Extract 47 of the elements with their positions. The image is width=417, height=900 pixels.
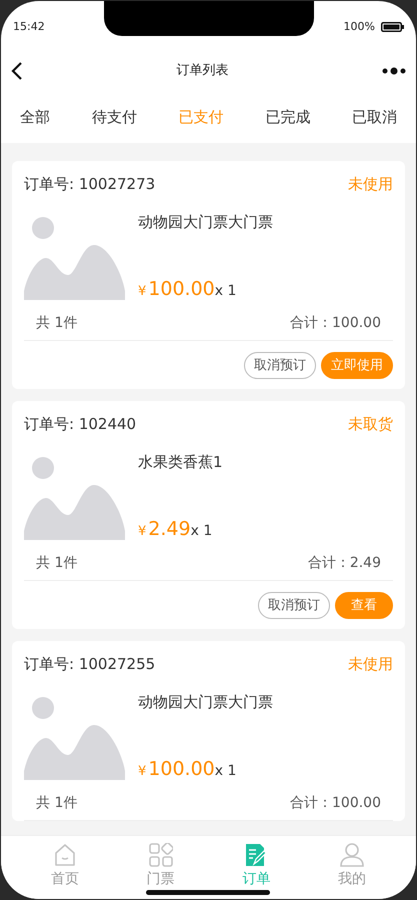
item-count: 共 1件 <box>36 794 78 813</box>
price: 100.00 <box>148 756 215 782</box>
primary-action-button[interactable]: 立即使用 <box>321 352 393 379</box>
battery-icon <box>381 22 404 32</box>
order-number: 订单号: 102440 <box>24 414 136 435</box>
grid-icon <box>148 843 173 867</box>
home-icon <box>52 843 77 867</box>
order-total: 合计：100.00 <box>290 314 381 333</box>
order-tab[interactable]: 已取消 <box>352 106 397 128</box>
order-number: 订单号: 10027273 <box>24 174 156 195</box>
price: 2.49 <box>148 516 191 542</box>
cancel-button[interactable]: 取消预订 <box>244 352 316 379</box>
order-number: 订单号: 10027255 <box>24 654 156 675</box>
order-total: 合计：2.49 <box>308 554 381 573</box>
cancel-button[interactable]: 取消预订 <box>258 592 330 619</box>
product-name: 水果类香蕉1 <box>138 452 223 473</box>
tab-bar-item[interactable]: 门票 <box>130 843 191 888</box>
order-status: 未使用 <box>348 174 393 195</box>
order-tab[interactable]: 已支付 <box>178 106 224 128</box>
currency-symbol: ¥ <box>138 522 146 540</box>
primary-action-button[interactable]: 查看 <box>335 592 393 619</box>
document-pen-icon <box>244 843 268 867</box>
item-count: 共 1件 <box>36 554 78 573</box>
product-name: 动物园大门票大门票 <box>138 212 273 233</box>
quantity: x 1 <box>190 522 212 540</box>
back-icon[interactable] <box>11 61 23 81</box>
tab-bar-item[interactable]: 首页 <box>34 843 95 888</box>
currency-symbol: ¥ <box>138 762 146 780</box>
order-tab[interactable]: 待支付 <box>92 106 137 128</box>
page-title: 订单列表 <box>176 62 228 80</box>
tab-bar-item[interactable]: 我的 <box>322 843 382 888</box>
item-count: 共 1件 <box>36 314 78 333</box>
order-tab[interactable]: 全部 <box>20 106 50 128</box>
tab-bar-item[interactable]: 订单 <box>226 843 286 888</box>
product-name: 动物园大门票大门票 <box>138 692 273 713</box>
more-icon[interactable] <box>382 66 406 76</box>
status-time: 15:42 <box>13 18 45 35</box>
quantity: x 1 <box>214 282 236 300</box>
price: 100.00 <box>148 276 215 302</box>
order-total: 合计：100.00 <box>290 794 381 813</box>
quantity: x 1 <box>214 762 236 780</box>
battery-percent: 100% <box>344 18 375 35</box>
currency-symbol: ¥ <box>138 282 146 300</box>
order-status: 未取货 <box>348 414 393 435</box>
order-status: 未使用 <box>348 654 393 675</box>
order-tab[interactable]: 已完成 <box>265 106 310 128</box>
user-icon <box>340 843 364 867</box>
